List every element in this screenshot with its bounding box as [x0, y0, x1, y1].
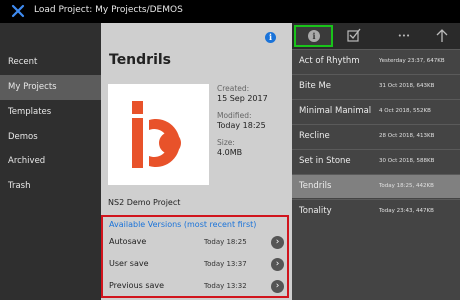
project-thumbnail: [108, 84, 209, 185]
project-title: Tendrils: [109, 52, 172, 68]
list-item[interactable]: Recline 28 Oct 2018, 413KB: [292, 124, 460, 148]
modified-label: Modified:: [217, 111, 252, 120]
list-item-selected[interactable]: Tendrils Today 18:25, 442KB: [292, 174, 460, 198]
list-item-name: Minimal Manimal: [299, 106, 372, 116]
info-button[interactable]: i: [294, 25, 333, 47]
version-time: Today 18:25: [204, 238, 247, 246]
modified-value: Today 18:25: [217, 121, 266, 130]
load-project-window: Load Project: My Projects/DEMOS Recent M…: [0, 0, 460, 300]
version-row-autosave[interactable]: Autosave Today 18:25 ›: [103, 232, 287, 253]
sidebar-item-recent[interactable]: Recent: [0, 50, 101, 75]
list-item[interactable]: Act of Rhythm Yesterday 23:37, 647KB: [292, 49, 460, 73]
sidebar-item-demos[interactable]: Demos: [0, 125, 101, 150]
close-icon[interactable]: [11, 4, 25, 18]
sidebar: Recent My Projects Templates Demos Archi…: [0, 23, 101, 300]
chevron-right-icon[interactable]: ›: [271, 280, 284, 293]
list-item-info: Today 23:43, 447KB: [379, 208, 434, 214]
list-item-info: 30 Oct 2018, 588KB: [379, 158, 435, 164]
info-icon: i: [308, 30, 320, 42]
list-item-name: Set in Stone: [299, 156, 351, 166]
created-value: 15 Sep 2017: [217, 94, 268, 103]
list-item-name: Recline: [299, 131, 330, 141]
version-row-previous-save[interactable]: Previous save Today 13:32 ›: [103, 276, 287, 297]
list-item[interactable]: Tonality Today 23:43, 447KB: [292, 199, 460, 223]
version-name: Previous save: [109, 281, 165, 290]
sort-button[interactable]: [424, 23, 460, 49]
available-versions: Available Versions (most recent first) A…: [101, 215, 289, 298]
list-item-name: Tendrils: [299, 181, 332, 191]
list-item-info: Today 18:25, 442KB: [379, 183, 434, 189]
list-item-name: Tonality: [299, 206, 332, 216]
arrow-up-icon: [436, 29, 448, 42]
sidebar-item-my-projects[interactable]: My Projects: [0, 75, 101, 100]
list-item-info: 4 Oct 2018, 552KB: [379, 108, 431, 114]
versions-heading: Available Versions (most recent first): [109, 220, 257, 229]
list-item[interactable]: Minimal Manimal 4 Oct 2018, 552KB: [292, 99, 460, 123]
project-description: NS2 Demo Project: [108, 198, 181, 207]
project-list: Act of Rhythm Yesterday 23:37, 647KB Bit…: [292, 49, 460, 300]
list-item[interactable]: Set in Stone 30 Oct 2018, 588KB: [292, 149, 460, 173]
version-name: Autosave: [109, 237, 147, 246]
version-time: Today 13:32: [204, 282, 247, 290]
version-row-user-save[interactable]: User save Today 13:37 ›: [103, 254, 287, 275]
list-item-info: 28 Oct 2018, 413KB: [379, 133, 435, 139]
sidebar-item-trash[interactable]: Trash: [0, 174, 101, 199]
size-value: 4.0MB: [217, 148, 243, 157]
list-item-name: Bite Me: [299, 81, 332, 91]
chevron-right-icon[interactable]: ›: [271, 236, 284, 249]
created-label: Created:: [217, 84, 250, 93]
chevron-right-icon[interactable]: ›: [271, 258, 284, 271]
sidebar-item-archived[interactable]: Archived: [0, 149, 101, 174]
checkbox-edit-icon: [347, 28, 361, 42]
list-item-info: 31 Oct 2018, 643KB: [379, 83, 435, 89]
info-icon[interactable]: i: [265, 32, 276, 43]
sidebar-item-templates[interactable]: Templates: [0, 100, 101, 125]
list-item-name: Act of Rhythm: [299, 56, 360, 66]
window-title: Load Project: My Projects/DEMOS: [34, 5, 183, 15]
list-item-info: Yesterday 23:37, 647KB: [379, 58, 445, 64]
project-logo-icon: [132, 101, 181, 168]
more-options-icon[interactable]: •••: [384, 23, 424, 49]
version-name: User save: [109, 259, 149, 268]
list-item[interactable]: Bite Me 31 Oct 2018, 643KB: [292, 74, 460, 98]
file-toolbar: i •••: [292, 23, 460, 49]
select-button[interactable]: [334, 23, 374, 49]
title-bar: Load Project: My Projects/DEMOS: [0, 0, 460, 23]
size-label: Size:: [217, 138, 235, 147]
version-time: Today 13:37: [204, 260, 247, 268]
